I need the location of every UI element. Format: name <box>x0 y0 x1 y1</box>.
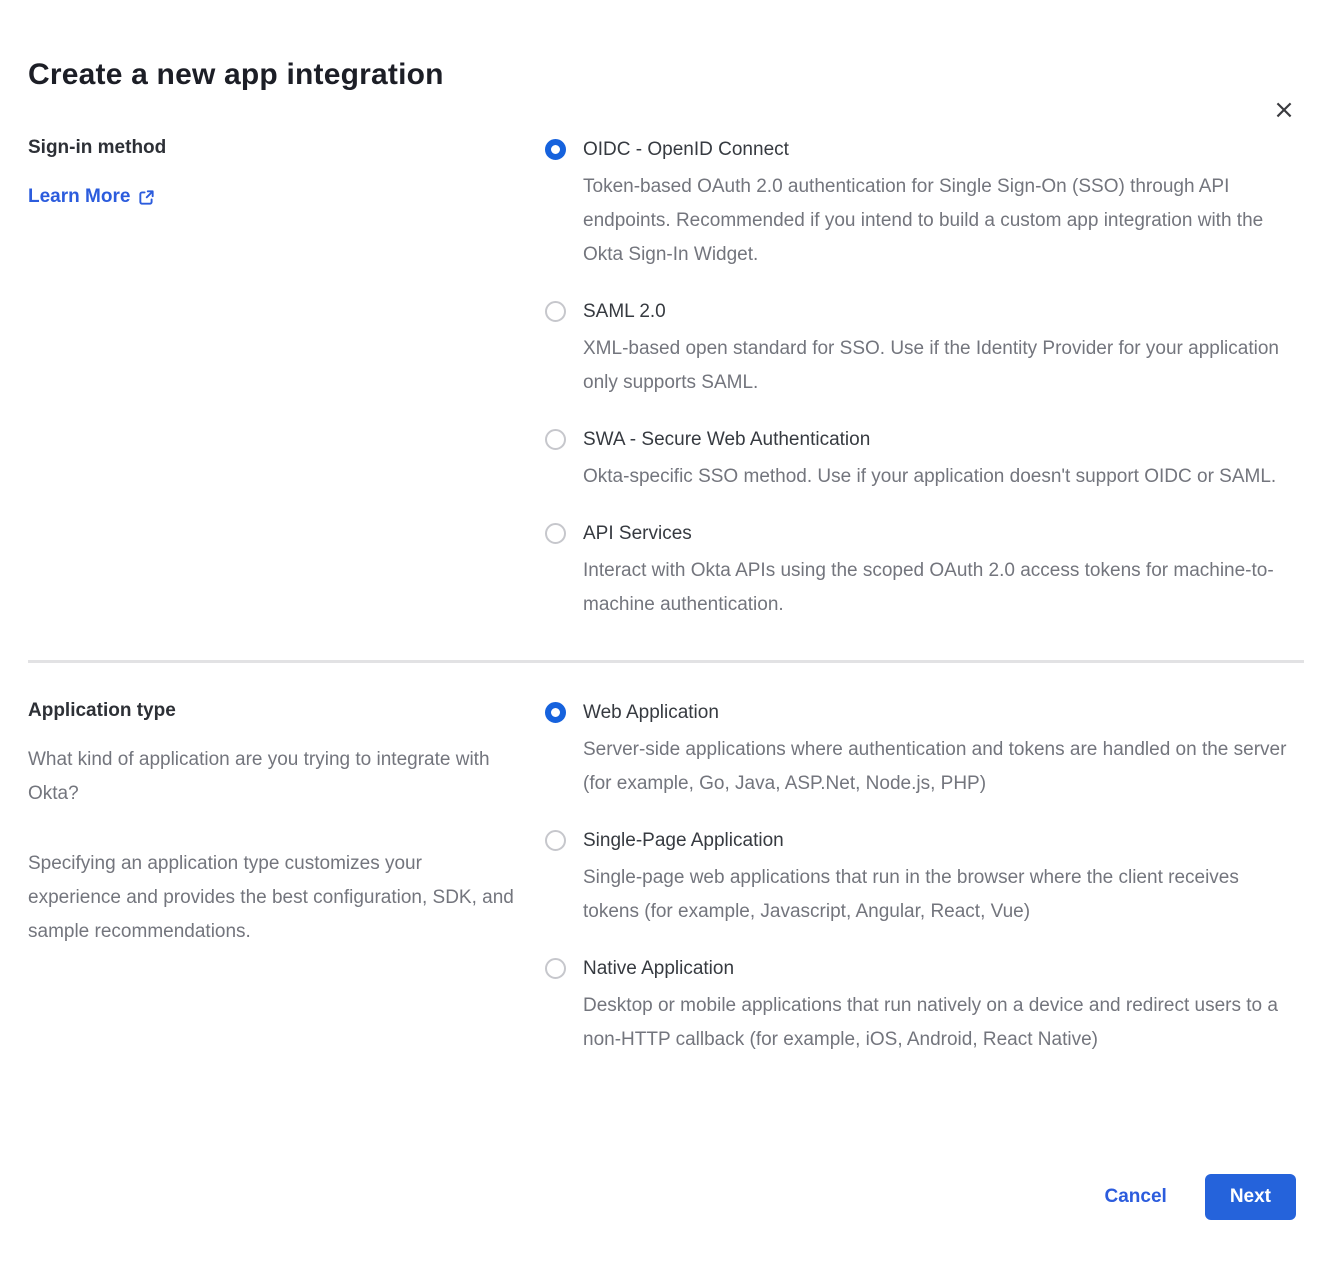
learn-more-link[interactable]: Learn More <box>28 186 155 208</box>
radio-option-api-services[interactable]: API Services Interact with Okta APIs usi… <box>545 522 1290 622</box>
create-app-integration-dialog: × Create a new app integration Sign-in m… <box>0 58 1332 1057</box>
radio-button-single-page-application[interactable] <box>545 830 566 851</box>
radio-desc-saml: XML-based open standard for SSO. Use if … <box>583 332 1290 400</box>
radio-option-single-page-application[interactable]: Single-Page Application Single-page web … <box>545 829 1290 929</box>
learn-more-label: Learn More <box>28 186 130 208</box>
signin-method-left-col: Sign-in method Learn More <box>28 136 545 622</box>
radio-button-oidc[interactable] <box>545 139 566 160</box>
radio-desc-web-application: Server-side applications where authentic… <box>583 733 1290 801</box>
radio-button-native-application[interactable] <box>545 958 566 979</box>
section-divider <box>28 660 1304 663</box>
radio-label-saml: SAML 2.0 <box>583 300 1290 324</box>
radio-desc-api-services: Interact with Okta APIs using the scoped… <box>583 554 1290 622</box>
next-button[interactable]: Next <box>1205 1174 1296 1220</box>
radio-label-oidc: OIDC - OpenID Connect <box>583 138 1290 162</box>
radio-label-native-application: Native Application <box>583 957 1290 981</box>
dialog-footer: Cancel Next <box>1105 1174 1297 1220</box>
dialog-title: Create a new app integration <box>28 58 1304 92</box>
radio-desc-native-application: Desktop or mobile applications that run … <box>583 989 1290 1057</box>
radio-option-web-application[interactable]: Web Application Server-side applications… <box>545 701 1290 801</box>
signin-method-options: OIDC - OpenID Connect Token-based OAuth … <box>545 136 1290 622</box>
cancel-button[interactable]: Cancel <box>1105 1186 1167 1208</box>
radio-label-single-page-application: Single-Page Application <box>583 829 1290 853</box>
application-type-row: Application type What kind of applicatio… <box>28 699 1304 1057</box>
close-icon[interactable]: × <box>1268 94 1300 126</box>
radio-option-swa[interactable]: SWA - Secure Web Authentication Okta-spe… <box>545 428 1290 494</box>
application-type-options: Web Application Server-side applications… <box>545 699 1290 1057</box>
radio-label-web-application: Web Application <box>583 701 1290 725</box>
application-type-help-2: Specifying an application type customize… <box>28 847 515 949</box>
signin-method-heading: Sign-in method <box>28 136 515 160</box>
radio-desc-swa: Okta-specific SSO method. Use if your ap… <box>583 460 1290 494</box>
radio-button-saml[interactable] <box>545 301 566 322</box>
radio-button-api-services[interactable] <box>545 523 566 544</box>
radio-button-swa[interactable] <box>545 429 566 450</box>
radio-desc-oidc: Token-based OAuth 2.0 authentication for… <box>583 170 1290 272</box>
application-type-help-1: What kind of application are you trying … <box>28 743 515 811</box>
external-link-icon <box>138 189 155 206</box>
radio-label-swa: SWA - Secure Web Authentication <box>583 428 1290 452</box>
application-type-heading: Application type <box>28 699 515 723</box>
radio-button-web-application[interactable] <box>545 702 566 723</box>
radio-option-oidc[interactable]: OIDC - OpenID Connect Token-based OAuth … <box>545 138 1290 272</box>
radio-option-native-application[interactable]: Native Application Desktop or mobile app… <box>545 957 1290 1057</box>
radio-option-saml[interactable]: SAML 2.0 XML-based open standard for SSO… <box>545 300 1290 400</box>
radio-label-api-services: API Services <box>583 522 1290 546</box>
radio-desc-single-page-application: Single-page web applications that run in… <box>583 861 1290 929</box>
application-type-left-col: Application type What kind of applicatio… <box>28 699 545 1057</box>
signin-method-row: Sign-in method Learn More OIDC - OpenID … <box>28 136 1304 622</box>
